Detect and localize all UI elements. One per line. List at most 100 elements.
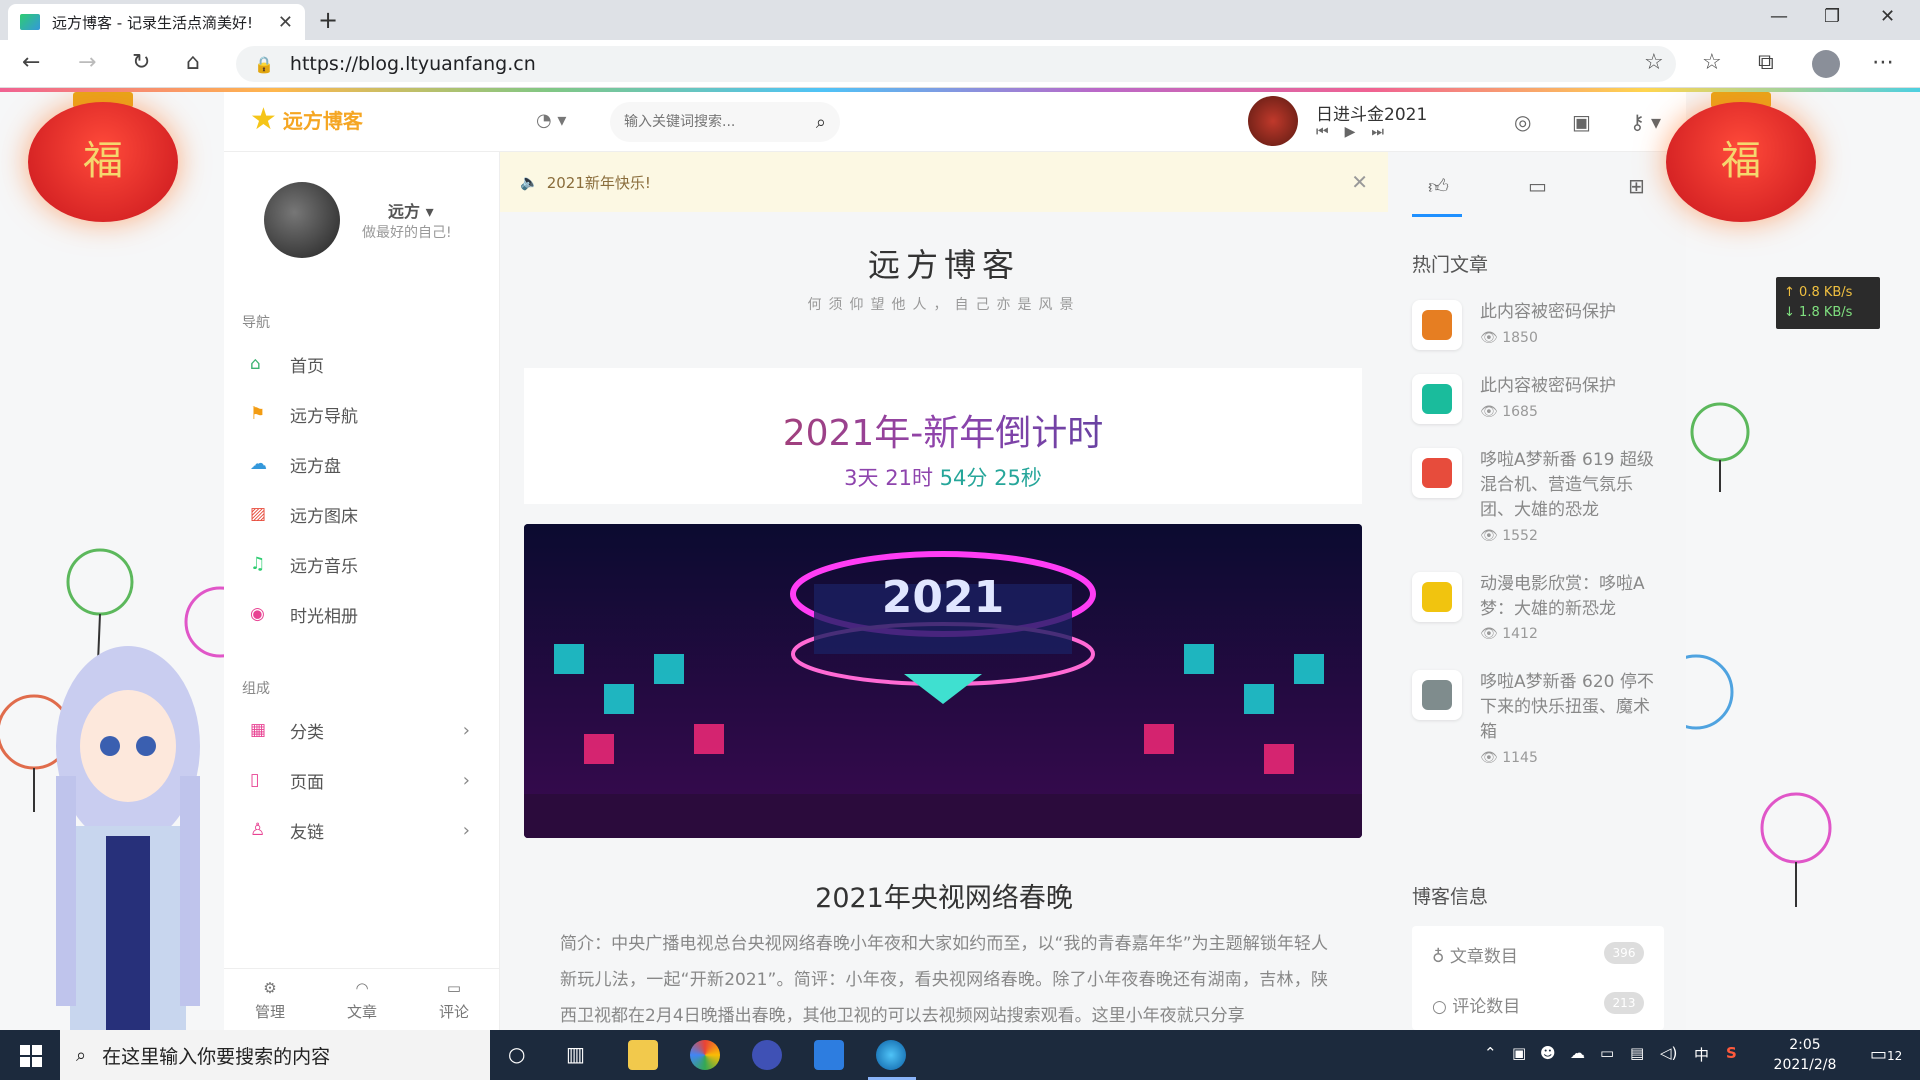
article-title[interactable]: 2021年央视网络春晚 (500, 876, 1388, 915)
tray-app-icon[interactable]: ▣ (1512, 1044, 1526, 1062)
avatar[interactable] (264, 182, 340, 258)
hot-articles-title: 热门文章 (1412, 254, 1489, 276)
sidebar-item-image[interactable]: ▨ 远方图床 (250, 494, 480, 534)
site-logo[interactable]: ★ 远方博客 (250, 102, 363, 137)
hot-article-item[interactable]: 哆啦A梦新番 619 超级混合机、营造气氛乐团、大雄的恐龙 👁︎ 1552 (1412, 448, 1664, 548)
sidebar-item-links[interactable]: ♙ 友链 › (250, 810, 480, 850)
article-banner-image[interactable]: 2021 (524, 524, 1362, 838)
edge-icon[interactable] (876, 1040, 906, 1070)
favorites-icon[interactable]: ☆ (1702, 50, 1722, 75)
url-text: https://blog.ltyuanfang.cn (289, 53, 536, 75)
gift-icon[interactable]: ⊞ (1628, 174, 1645, 198)
network-icon[interactable]: ▤ (1630, 1044, 1644, 1062)
music-cover[interactable] (1248, 96, 1298, 146)
volume-icon[interactable]: ◁) (1660, 1044, 1677, 1062)
site-container: ★ 远方博客 ◔ ▾ ⌕ 日进斗金2021 ⏮▶⏭ ◎ ▣ ⚷ ▾ 远方 ▾ 做… (224, 92, 1686, 1030)
message-icon[interactable]: ▣ (1572, 110, 1591, 134)
tab-comments[interactable]: ▭ 评论 (408, 969, 500, 1030)
sidebar-item-album[interactable]: ◉ 时光相册 (250, 594, 480, 634)
search-icon[interactable]: ⌕ (816, 112, 826, 133)
group-section-title: 组成 (242, 681, 270, 697)
reload-icon[interactable]: ↻ (132, 50, 150, 75)
notification-center[interactable]: ▭12 (1870, 1044, 1902, 1065)
left-sidebar: 远方 ▾ 做最好的自己! 导航 ⌂ 首页 ⚑ 远方导航 ☁ 远方盘 ▨ 远方图床 ♫ 远方… (224, 152, 500, 1030)
taskbar-clock[interactable]: 2:05 2021/2/8 (1770, 1035, 1840, 1075)
tab-articles[interactable]: ◠ 文章 (316, 969, 408, 1030)
profile-name[interactable]: 远方 ▾ (388, 198, 434, 222)
blog-info-title: 博客信息 (1412, 886, 1489, 908)
article-thumbnail (1412, 300, 1462, 350)
close-notice-icon[interactable]: ✕ (1351, 170, 1368, 194)
site-title: 远方博客 (867, 246, 1020, 284)
search-input[interactable] (624, 114, 816, 130)
eye-icon: 👁︎ (1480, 330, 1498, 346)
close-window-icon[interactable]: ✕ (1880, 6, 1895, 27)
start-button[interactable] (20, 1045, 42, 1067)
active-tab-indicator (1412, 214, 1462, 217)
article-thumbnail (1412, 572, 1462, 622)
chrome-icon[interactable] (690, 1040, 720, 1070)
lock-icon: 🔒 (254, 54, 274, 74)
baidu-netdisk-icon[interactable] (814, 1040, 844, 1070)
home-browser-icon[interactable]: ⌂ (186, 50, 200, 75)
onedrive-icon[interactable]: ☁ (1570, 1044, 1585, 1062)
cloud-icon: ☁ (250, 454, 267, 474)
sidebar-item-disk[interactable]: ☁ 远方盘 (250, 444, 480, 484)
main-content: 远方博客 何须仰望他人，自己亦是风景 2021年-新年倒计时 3天 21时 54… (500, 212, 1388, 1030)
task-view-icon[interactable]: ▥ (566, 1042, 585, 1066)
more-icon[interactable]: ⋯ (1872, 50, 1894, 75)
hot-article-item[interactable]: 此内容被密码保护 👁︎ 1850 (1412, 300, 1664, 360)
music-controls[interactable]: ⏮▶⏭ (1316, 124, 1400, 140)
lantern-right: 福 (1666, 92, 1816, 222)
search-box[interactable]: ⌕ (610, 102, 840, 142)
hot-article-item[interactable]: 此内容被密码保护 👁︎ 1685 (1412, 374, 1664, 434)
url-field[interactable]: 🔒 https://blog.ltyuanfang.cn (236, 46, 1676, 82)
app-icon[interactable] (752, 1040, 782, 1070)
cortana-icon[interactable]: ○ (508, 1042, 525, 1066)
logo-text: 远方博客 (282, 109, 363, 133)
sidebar-item-category[interactable]: ▦ 分类 › (250, 710, 480, 750)
add-favorite-icon[interactable]: ☆ (1644, 50, 1664, 75)
arrow-up-icon: ↑ (1784, 285, 1795, 300)
forward-icon[interactable]: → (78, 50, 96, 75)
sidebar-item-home[interactable]: ⌂ 首页 (250, 344, 480, 384)
profile-avatar-icon[interactable] (1812, 50, 1840, 78)
tray-chevron-icon[interactable]: ⌃ (1484, 1044, 1497, 1062)
file-explorer-icon[interactable] (628, 1040, 658, 1070)
target-icon[interactable]: ◎ (1514, 110, 1531, 134)
comment-tab-icon[interactable]: ▭ (1528, 174, 1547, 198)
hot-article-item[interactable]: 动漫电影欣赏：哆啦A梦：大雄的新恐龙 👁︎ 1412 (1412, 572, 1664, 652)
browser-tab[interactable]: 远方博客 - 记录生活点滴美好! ✕ (8, 4, 305, 40)
minimize-icon[interactable]: — (1770, 6, 1788, 27)
eye-icon: 👁︎ (1480, 750, 1498, 766)
new-tab-button[interactable]: + (318, 6, 338, 34)
back-icon[interactable]: ← (22, 50, 40, 75)
sidebar-item-music[interactable]: ♫ 远方音乐 (250, 544, 480, 584)
close-tab-icon[interactable]: ✕ (278, 12, 293, 33)
info-row-comments: ○ 评论数目 213 (1432, 992, 1644, 1017)
banner-year-text: 2021 (882, 572, 1004, 623)
notification-icon: ▭ (1870, 1044, 1888, 1065)
sidebar-item-pages[interactable]: ▯ 页面 › (250, 760, 480, 800)
tab-manage[interactable]: ⚙ 管理 (224, 969, 316, 1030)
battery-icon[interactable]: ▭ (1600, 1044, 1614, 1062)
collections-icon[interactable]: ⧉ (1758, 50, 1774, 75)
theme-toggle-icon[interactable]: ◔ ▾ (536, 110, 566, 131)
sogou-icon[interactable]: S (1726, 1044, 1737, 1062)
net-speed-widget[interactable]: ↑ 0.8 KB/s ↓ 1.8 KB/s (1776, 277, 1880, 329)
anime-mascot[interactable] (50, 636, 206, 1030)
key-icon[interactable]: ⚷ ▾ (1630, 110, 1661, 134)
music-icon: ♫ (250, 554, 266, 574)
ime-indicator[interactable]: 中 (1694, 1044, 1709, 1065)
restore-icon[interactable]: ❐ (1824, 6, 1840, 27)
thumbs-up-icon[interactable]: 👍︎ (1428, 174, 1449, 199)
nav-section-title: 导航 (242, 315, 270, 331)
home-icon: ⌂ (250, 354, 261, 374)
taskbar-search[interactable]: ⌕ 在这里输入你要搜索的内容 (60, 1030, 490, 1080)
qq-icon[interactable]: ☻ (1540, 1044, 1556, 1062)
arrow-down-icon: ↓ (1784, 305, 1795, 320)
sidebar-item-nav[interactable]: ⚑ 远方导航 (250, 394, 480, 434)
hot-article-item[interactable]: 哆啦A梦新番 620 停不下来的快乐扭蛋、魔术箱 👁︎ 1145 (1412, 670, 1664, 770)
countdown-card: 2021年-新年倒计时 3天 21时 54分 25秒 (524, 368, 1362, 504)
web-page: ★ 远方博客 ◔ ▾ ⌕ 日进斗金2021 ⏮▶⏭ ◎ ▣ ⚷ ▾ 远方 ▾ 做… (0, 92, 1920, 1030)
